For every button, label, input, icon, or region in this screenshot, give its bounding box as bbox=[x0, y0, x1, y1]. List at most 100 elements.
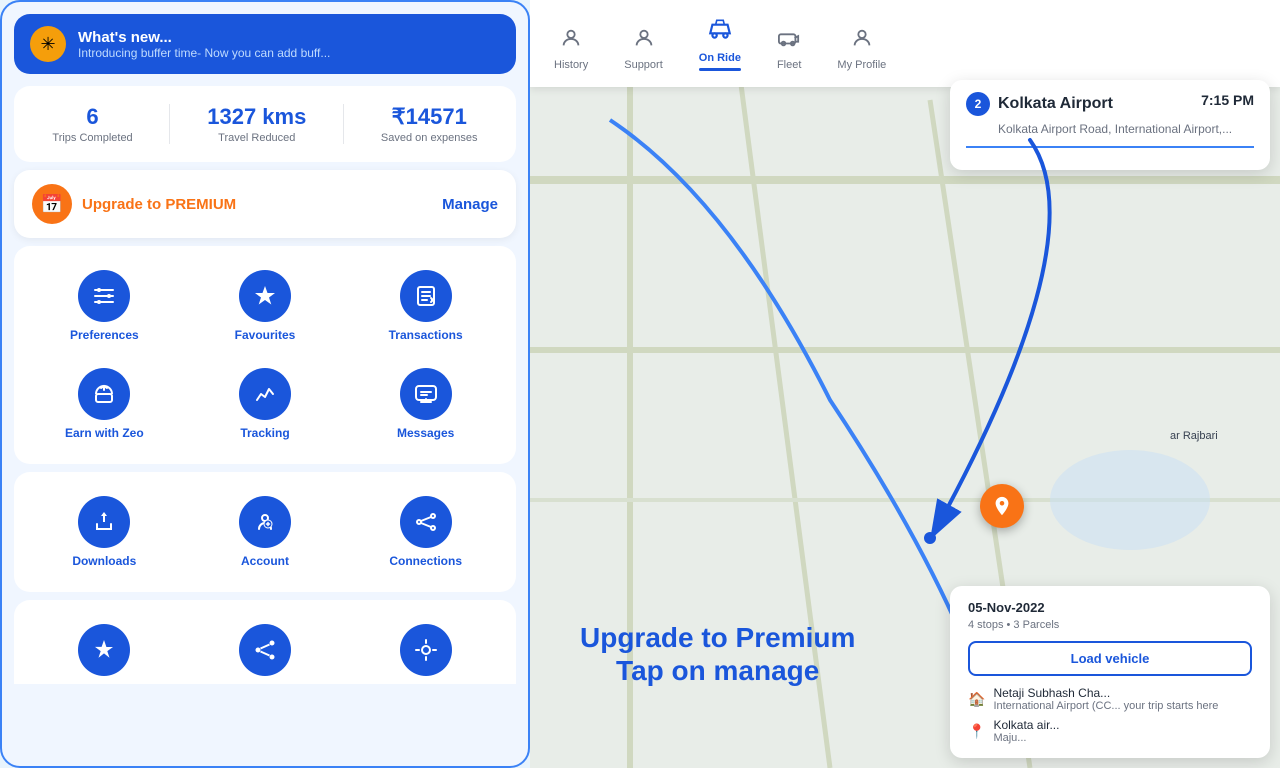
trips-value: 6 bbox=[52, 104, 132, 130]
extra3-icon bbox=[400, 624, 452, 676]
upgrade-cta-line1: Upgrade to Premium bbox=[580, 621, 855, 655]
my-profile-label: My Profile bbox=[837, 59, 886, 71]
history-label: History bbox=[554, 59, 588, 71]
menu-item-downloads[interactable]: Downloads bbox=[24, 488, 185, 576]
favourites-label: Favourites bbox=[235, 328, 296, 342]
ride-date: 05-Nov-2022 bbox=[968, 600, 1252, 615]
stat-trips: 6 Trips Completed bbox=[52, 104, 132, 144]
savings-label: Saved on expenses bbox=[381, 132, 478, 144]
upgrade-cta: Upgrade to Premium Tap on manage bbox=[580, 621, 855, 688]
preferences-label: Preferences bbox=[70, 328, 139, 342]
savings-value: ₹14571 bbox=[381, 104, 478, 130]
location-address: Kolkata Airport Road, International Airp… bbox=[998, 122, 1254, 136]
map-label-rajbari: ar Rajbari bbox=[1170, 430, 1218, 442]
preferences-icon bbox=[78, 270, 130, 322]
stat-divider-1 bbox=[169, 104, 170, 144]
favourites-icon bbox=[239, 270, 291, 322]
menu-item-preferences[interactable]: Preferences bbox=[24, 262, 185, 350]
map-marker bbox=[980, 484, 1024, 528]
menu-item-extra3[interactable] bbox=[396, 616, 456, 684]
nav-item-on-ride[interactable]: On Ride bbox=[691, 12, 749, 75]
whats-new-icon: ✳ bbox=[30, 26, 66, 62]
menu-section-1: Preferences Favourites bbox=[14, 246, 516, 464]
fleet-label: Fleet bbox=[777, 59, 801, 71]
destination-text-1: Netaji Subhash Cha... International Airp… bbox=[993, 686, 1218, 712]
transactions-icon bbox=[400, 270, 452, 322]
upgrade-icon: 📅 bbox=[32, 184, 72, 224]
location-number: 2 bbox=[966, 92, 990, 116]
nav-item-fleet[interactable]: Fleet bbox=[769, 23, 809, 75]
support-label: Support bbox=[624, 59, 663, 71]
on-ride-underline bbox=[699, 68, 741, 71]
whats-new-title: What's new... bbox=[78, 29, 330, 46]
trips-label: Trips Completed bbox=[52, 132, 132, 144]
bottom-icons-row bbox=[14, 600, 516, 684]
nav-item-my-profile[interactable]: My Profile bbox=[829, 23, 894, 75]
whats-new-banner[interactable]: ✳ What's new... Introducing buffer time-… bbox=[14, 14, 516, 74]
support-icon bbox=[633, 27, 655, 55]
left-panel: ✳ What's new... Introducing buffer time-… bbox=[0, 0, 530, 768]
load-vehicle-button[interactable]: Load vehicle bbox=[968, 641, 1252, 676]
destination-icon-1: 🏠 bbox=[968, 691, 985, 708]
fleet-icon bbox=[778, 27, 800, 55]
ride-details: 4 stops • 3 Parcels bbox=[968, 619, 1252, 631]
account-label: Account bbox=[241, 554, 289, 568]
menu-item-extra1[interactable] bbox=[74, 616, 134, 684]
messages-label: Messages bbox=[397, 426, 454, 440]
menu-item-messages[interactable]: Messages bbox=[345, 360, 506, 448]
whats-new-text: What's new... Introducing buffer time- N… bbox=[78, 29, 330, 60]
stat-divider-2 bbox=[343, 104, 344, 144]
travel-value: 1327 kms bbox=[207, 104, 306, 130]
location-card: 2 Kolkata Airport Kolkata Airport Road, … bbox=[950, 80, 1270, 170]
upgrade-cta-line2: Tap on manage bbox=[580, 654, 855, 688]
manage-button[interactable]: Manage bbox=[442, 196, 498, 213]
menu-section-2: Downloads Account bbox=[14, 472, 516, 592]
top-nav: History Support bbox=[530, 0, 1280, 87]
connections-icon bbox=[400, 496, 452, 548]
earn-label: Earn with Zeo bbox=[65, 426, 144, 440]
connections-label: Connections bbox=[389, 554, 462, 568]
nav-item-support[interactable]: Support bbox=[616, 23, 671, 75]
stats-row: 6 Trips Completed 1327 kms Travel Reduce… bbox=[14, 86, 516, 162]
account-icon bbox=[239, 496, 291, 548]
travel-label: Travel Reduced bbox=[207, 132, 306, 144]
location-name: Kolkata Airport bbox=[998, 95, 1113, 113]
menu-item-transactions[interactable]: Transactions bbox=[345, 262, 506, 350]
downloads-label: Downloads bbox=[72, 554, 136, 568]
earn-icon bbox=[78, 368, 130, 420]
location-time: 7:15 PM bbox=[1201, 92, 1254, 108]
nav-item-history[interactable]: History bbox=[546, 23, 596, 75]
location-divider bbox=[966, 146, 1254, 148]
ride-info-card: 05-Nov-2022 4 stops • 3 Parcels Load veh… bbox=[950, 586, 1270, 758]
menu-item-connections[interactable]: Connections bbox=[345, 488, 506, 576]
right-panel: Dum Du... ar Rajbari History bbox=[530, 0, 1280, 768]
downloads-icon bbox=[78, 496, 130, 548]
tracking-label: Tracking bbox=[240, 426, 289, 440]
on-ride-label: On Ride bbox=[699, 52, 741, 64]
on-ride-icon bbox=[707, 16, 733, 48]
destination-text-2: Kolkata air... Maju... bbox=[993, 718, 1059, 744]
upgrade-left: 📅 Upgrade to PREMIUM bbox=[32, 184, 236, 224]
upgrade-text: Upgrade to PREMIUM bbox=[82, 196, 236, 213]
whats-new-description: Introducing buffer time- Now you can add… bbox=[78, 46, 330, 60]
my-profile-icon bbox=[851, 27, 873, 55]
menu-item-extra2[interactable] bbox=[235, 616, 295, 684]
menu-grid-1: Preferences Favourites bbox=[24, 262, 506, 448]
destination-row-2: 📍 Kolkata air... Maju... bbox=[968, 718, 1252, 744]
messages-icon bbox=[400, 368, 452, 420]
main-wrapper: ✳ What's new... Introducing buffer time-… bbox=[0, 0, 1280, 768]
destination-icon-2: 📍 bbox=[968, 723, 985, 740]
menu-item-favourites[interactable]: Favourites bbox=[185, 262, 346, 350]
menu-item-tracking[interactable]: Tracking bbox=[185, 360, 346, 448]
stat-savings: ₹14571 Saved on expenses bbox=[381, 104, 478, 144]
transactions-label: Transactions bbox=[389, 328, 463, 342]
tracking-icon bbox=[239, 368, 291, 420]
menu-item-earn[interactable]: Earn with Zeo bbox=[24, 360, 185, 448]
extra2-icon bbox=[239, 624, 291, 676]
extra1-icon bbox=[78, 624, 130, 676]
menu-item-account[interactable]: Account bbox=[185, 488, 346, 576]
upgrade-banner[interactable]: 📅 Upgrade to PREMIUM Manage bbox=[14, 170, 516, 238]
menu-grid-2: Downloads Account bbox=[24, 488, 506, 576]
history-icon bbox=[560, 27, 582, 55]
stat-travel: 1327 kms Travel Reduced bbox=[207, 104, 306, 144]
